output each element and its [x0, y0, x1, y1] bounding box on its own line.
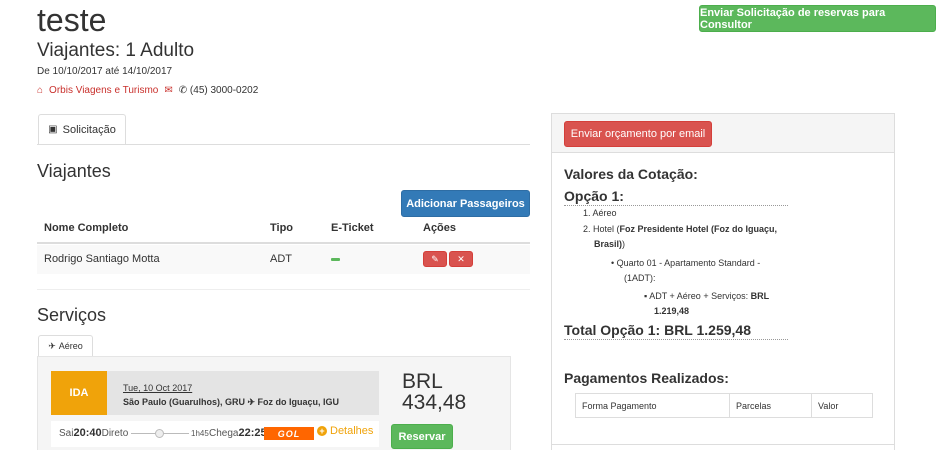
option-title: Opção 1: — [564, 188, 624, 204]
flight-duration: 1h45 — [191, 429, 209, 438]
pencil-icon: ✎ — [431, 253, 439, 264]
phone-icon: ✆ — [178, 85, 188, 96]
quote-item-aereo: 1. Aéreo — [583, 208, 617, 218]
briefcase-icon: ▣ — [48, 124, 58, 135]
tab-aereo[interactable]: ✈ Aéreo — [38, 335, 93, 357]
arrival-time: 22:25 — [238, 427, 267, 439]
phone-info: ✆ (45) 3000-0202 — [179, 85, 259, 96]
flight-date[interactable]: Tue, 10 Oct 2017 — [123, 383, 192, 393]
traveler-name: Rodrigo Santiago Motta — [44, 253, 160, 265]
delete-traveler-button[interactable]: ✕ — [449, 251, 473, 267]
payments-col-divider — [729, 393, 730, 418]
eticket-status-indicator — [331, 258, 340, 261]
column-header-name: Nome Completo — [44, 222, 129, 234]
services-heading: Serviços — [37, 305, 107, 325]
services-value: 1.219,48 — [654, 306, 690, 316]
plus-icon: + — [317, 426, 327, 436]
option-total: Total Opção 1: BRL 1.259,48 — [564, 322, 751, 338]
tab-label: Solicitação — [62, 123, 116, 136]
edit-traveler-button[interactable]: ✎ — [423, 251, 447, 267]
page-title: teste — [37, 2, 107, 38]
hotel-name-2: Brasil) — [594, 239, 623, 249]
hotel-suffix: ) — [622, 239, 626, 249]
payments-heading: Pagamentos Realizados: — [564, 370, 729, 386]
send-quote-email-button[interactable]: Enviar orçamento por email — [564, 121, 712, 147]
quote-item-room: • Quarto 01 - Apartamento Standard - — [611, 258, 761, 268]
payments-column-method: Forma Pagamento — [582, 401, 657, 411]
quote-values-heading: Valores da Cotação: — [564, 166, 698, 182]
add-passengers-button[interactable]: Adicionar Passageiros — [401, 190, 530, 217]
column-header-actions: Ações — [423, 222, 457, 234]
traveler-type: ADT — [270, 253, 292, 265]
flight-price: 434,48 — [402, 391, 467, 414]
column-header-type: Tipo — [270, 222, 294, 234]
quote-item-services-line2: 1.219,48 — [654, 304, 689, 319]
quote-item-hotel-line2: Brasil)) — [594, 237, 625, 252]
airline-logo: GOL — [264, 427, 314, 440]
details-label: Detalhes — [330, 425, 374, 437]
arrival-label: Chega — [209, 428, 239, 439]
hotel-prefix: Hotel ( — [593, 224, 620, 234]
quote-item-aereo-label: Aéreo — [592, 208, 617, 218]
close-icon: ✕ — [457, 253, 465, 264]
services-label: ADT + Aéreo + Serviços: — [649, 291, 749, 301]
tab-aereo-label: Aéreo — [58, 341, 83, 351]
envelope-icon[interactable]: ✉ — [164, 85, 172, 96]
home-icon: ⌂ — [37, 85, 44, 96]
payments-column-installments: Parcelas — [736, 401, 772, 411]
services-currency: BRL — [750, 291, 770, 301]
timeline-dot — [155, 429, 164, 438]
agency-name[interactable]: Orbis Viagens e Turismo — [49, 85, 158, 96]
quote-item-services: ▪ ADT + Aéreo + Serviços: BRL — [644, 291, 770, 301]
room-label: Quarto 01 - Apartamento Standard - — [616, 258, 761, 268]
departure-label: Sai — [59, 428, 74, 439]
departure-time: 20:40 — [73, 427, 102, 439]
panel-footer-divider — [551, 444, 895, 445]
flight-direction-badge: IDA — [51, 371, 107, 415]
airplane-icon: ✈ — [48, 340, 56, 351]
reserve-button[interactable]: Reservar — [391, 424, 453, 449]
column-header-eticket: E-Ticket — [331, 222, 374, 234]
flight-route: São Paulo (Guarulhos), GRU ✈ Foz do Igua… — [123, 397, 340, 407]
quote-item-room-line2: (1ADT): — [624, 271, 656, 286]
flight-summary — [107, 371, 379, 415]
trip-dates: De 10/10/2017 até 14/10/2017 — [37, 66, 173, 77]
direct-label: Direto — [101, 428, 129, 439]
tab-solicitacao[interactable]: ▣ Solicitação — [38, 114, 126, 145]
details-link[interactable]: + Detalhes — [317, 425, 373, 437]
departure-info: Sai20:40Direto — [59, 427, 128, 439]
section-divider — [37, 289, 530, 290]
send-to-consultant-button[interactable]: Enviar Solicitação de reservas para Cons… — [699, 5, 936, 32]
payments-column-value: Valor — [818, 401, 839, 411]
payments-col-divider — [811, 393, 812, 418]
hotel-name: Foz Presidente Hotel (Foz do Iguaçu, — [619, 224, 778, 234]
tab-divider — [37, 144, 530, 145]
travelers-summary: Viajantes: 1 Adulto — [37, 40, 195, 61]
agency-info: ⌂ Orbis Viagens e Turismo ✉ ✆ (45) 3000-… — [37, 85, 258, 96]
phone-number: (45) 3000-0202 — [189, 85, 259, 96]
table-header-divider — [37, 242, 530, 244]
quote-item-hotel: 2. Hotel (Foz Presidente Hotel (Foz do I… — [583, 224, 778, 234]
arrival-info: Chega22:25 — [209, 427, 267, 439]
travelers-heading: Viajantes — [37, 161, 111, 181]
room-label-2: (1ADT): — [624, 273, 656, 283]
total-underline — [564, 339, 788, 340]
